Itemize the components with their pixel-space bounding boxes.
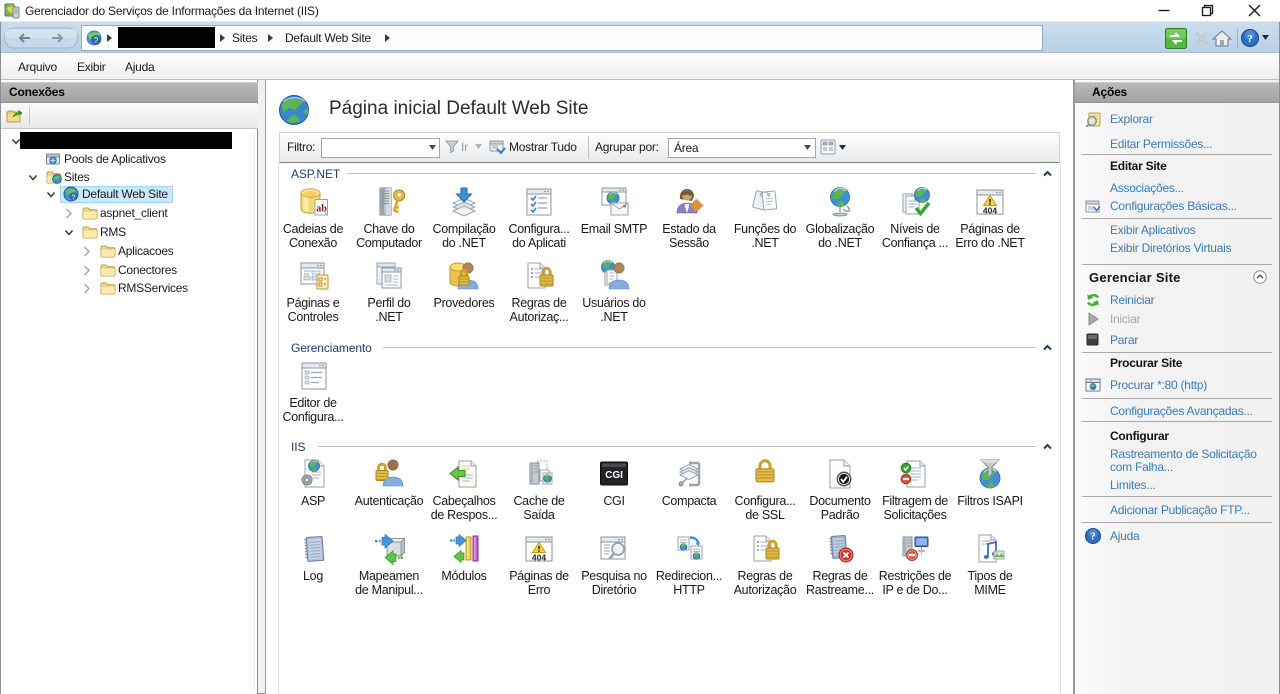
svg-text:?: ? [94,36,99,45]
svg-text:?: ? [71,192,75,201]
svg-text:?: ? [1091,532,1096,543]
svg-text:?: ? [1247,33,1253,45]
svg-text:404: 404 [983,206,997,216]
svg-text:404: 404 [532,553,546,563]
svg-text:CGI: CGI [605,470,623,481]
svg-text:ab: ab [316,204,327,215]
